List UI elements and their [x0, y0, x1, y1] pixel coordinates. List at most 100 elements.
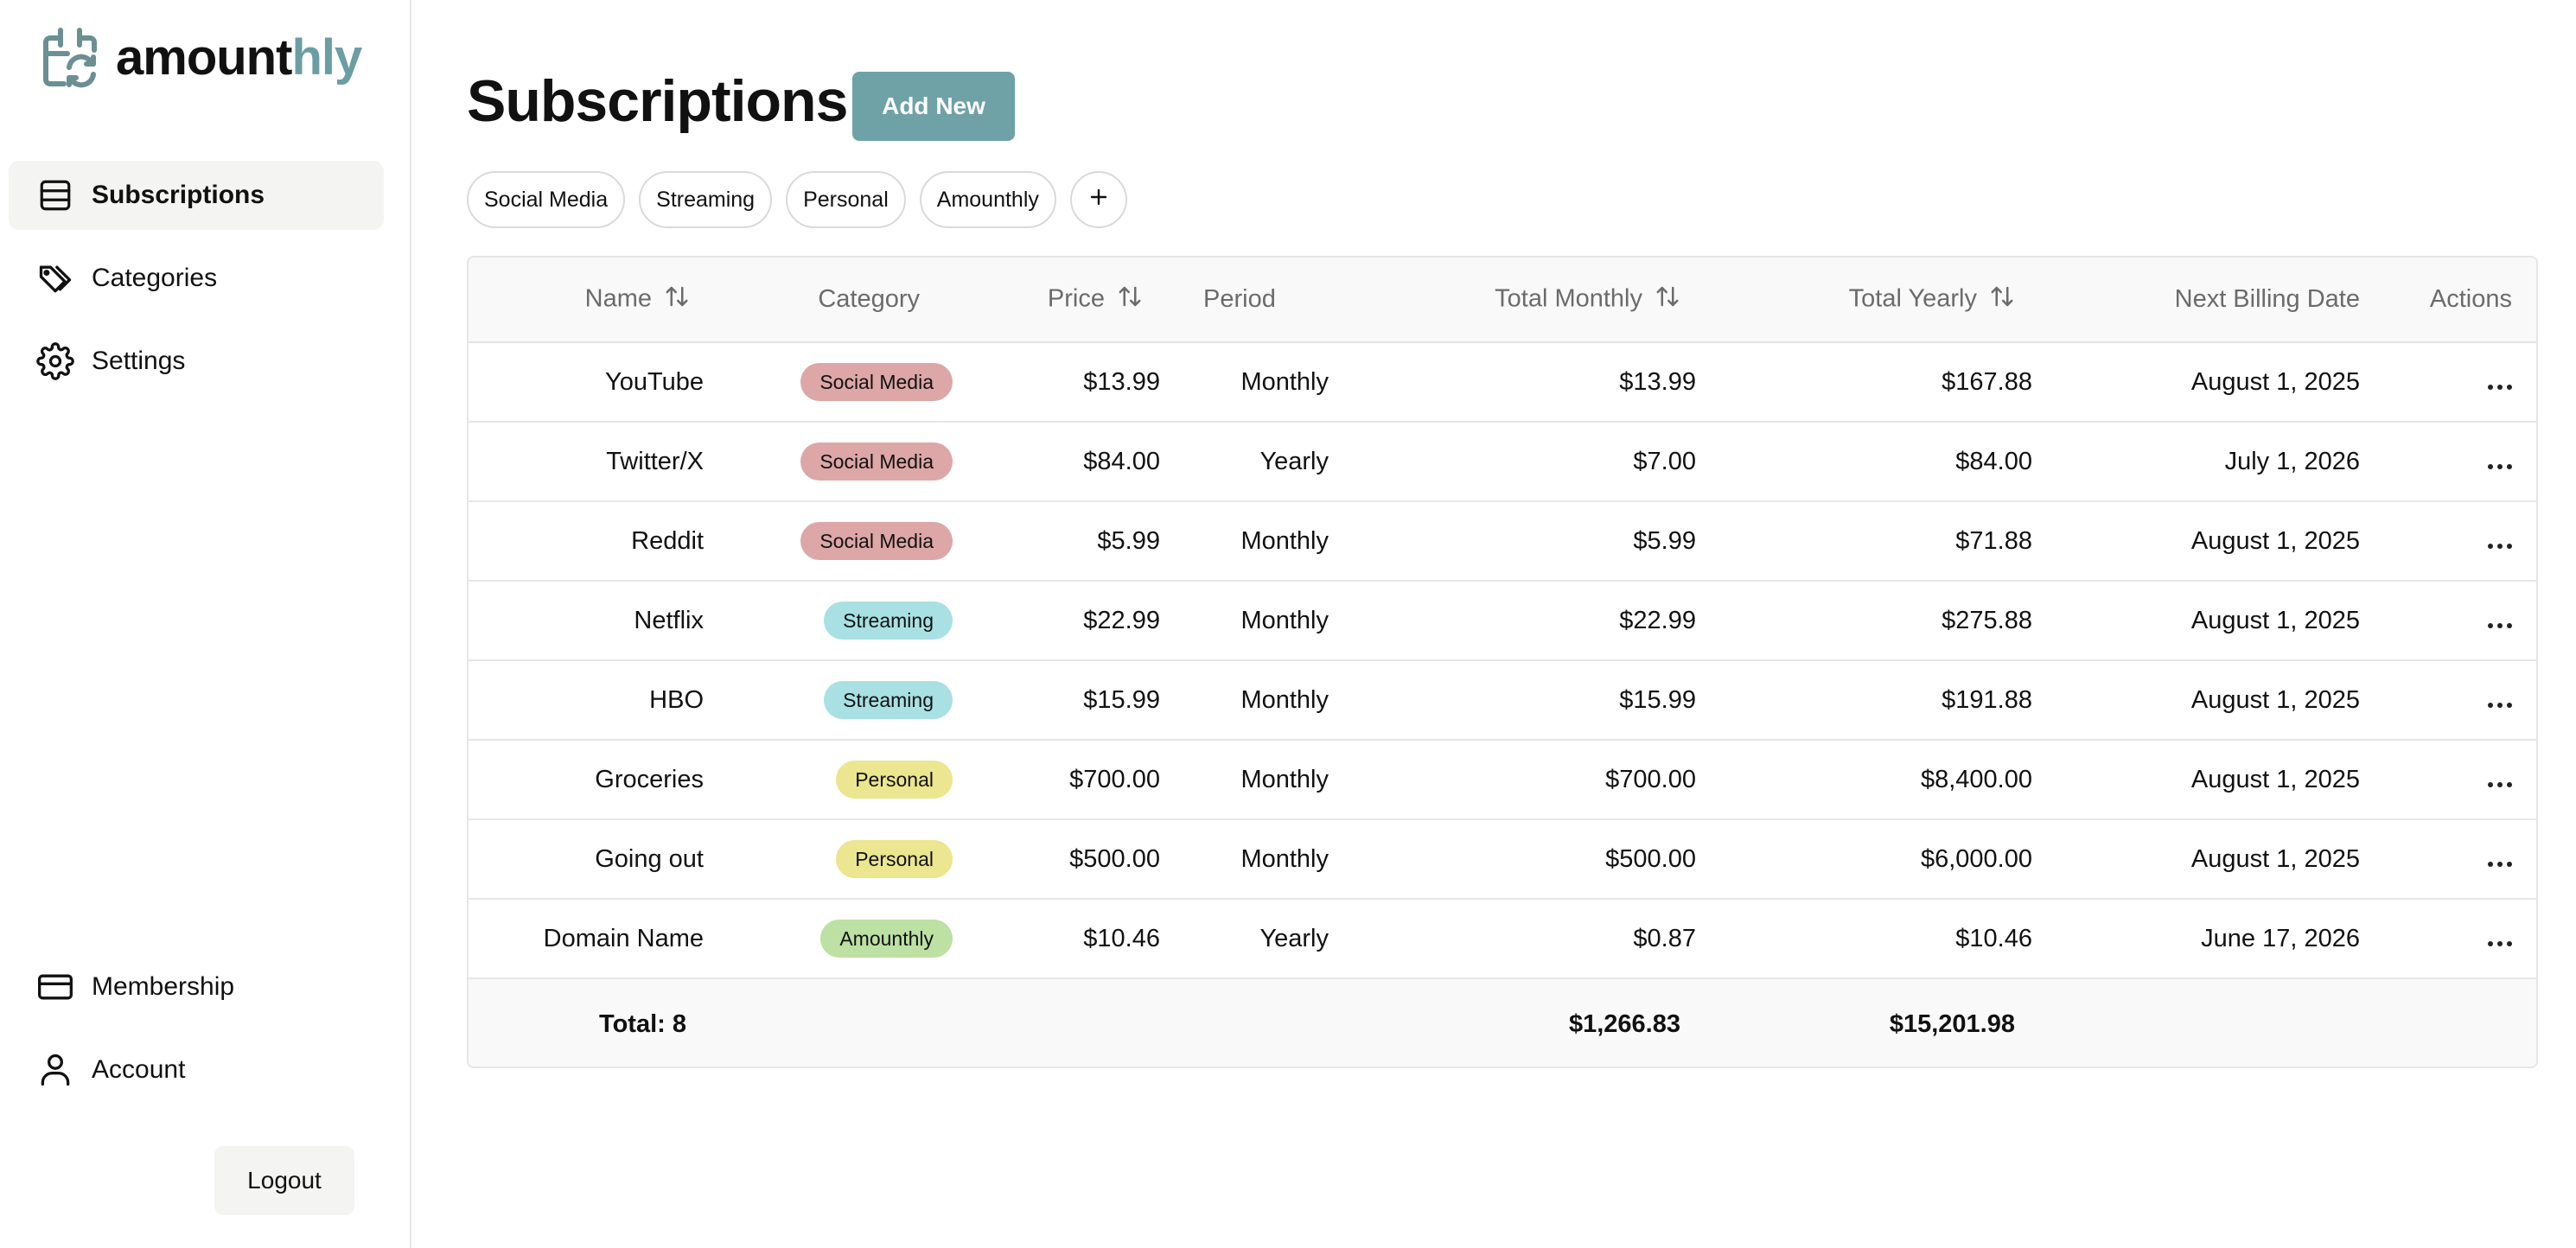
cell-total-yearly: $167.88	[1696, 342, 2032, 423]
cell-total-monthly: $5.99	[1329, 501, 1696, 582]
filter-chip-personal[interactable]: Personal	[786, 171, 906, 228]
cell-price: $15.99	[953, 660, 1160, 741]
column-header-total-monthly[interactable]: Total Monthly	[1329, 258, 1696, 343]
cell-price: $10.46	[953, 899, 1160, 979]
category-badge: Streaming	[824, 681, 953, 719]
more-actions-icon[interactable]	[2488, 861, 2512, 867]
cell-total-monthly: $22.99	[1329, 581, 1696, 661]
sidebar-item-categories[interactable]: Categories	[9, 244, 384, 313]
sidebar-item-label: Membership	[92, 972, 235, 1001]
cell-actions	[2360, 899, 2536, 979]
filter-chip-social-media[interactable]: Social Media	[467, 171, 626, 228]
cell-price: $84.00	[953, 422, 1160, 502]
more-actions-icon[interactable]	[2488, 463, 2512, 469]
more-actions-icon[interactable]	[2488, 702, 2512, 708]
brand-name: amounthly	[116, 29, 362, 86]
cell-price: $5.99	[953, 501, 1160, 582]
sort-icon[interactable]	[1117, 283, 1143, 316]
cell-next-billing: August 1, 2025	[2032, 501, 2360, 582]
cell-total-monthly: $500.00	[1329, 819, 1696, 900]
cell-actions	[2360, 660, 2536, 741]
more-actions-icon[interactable]	[2488, 781, 2512, 787]
sidebar-item-label: Subscriptions	[92, 181, 265, 209]
cell-period: Yearly	[1160, 422, 1329, 502]
more-actions-icon[interactable]	[2488, 622, 2512, 628]
cell-actions	[2360, 501, 2536, 582]
cell-name: Domain Name	[469, 899, 711, 979]
category-badge: Social Media	[800, 363, 953, 401]
column-header-actions: Actions	[2360, 258, 2536, 343]
column-header-period: Period	[1160, 258, 1329, 343]
cell-actions	[2360, 422, 2536, 502]
cell-total-yearly: $191.88	[1696, 660, 2032, 741]
add-filter-button[interactable]	[1069, 171, 1127, 228]
sidebar-item-label: Settings	[92, 347, 186, 375]
cell-total-yearly: $8,400.00	[1696, 740, 2032, 820]
cell-name: Twitter/X	[469, 422, 711, 502]
category-filters: Social Media Streaming Personal Amounthl…	[467, 171, 1127, 228]
table-row: Domain Name Amounthly $10.46 Yearly $0.8…	[469, 899, 2536, 979]
cell-price: $13.99	[953, 342, 1160, 423]
table-row: Reddit Social Media $5.99 Monthly $5.99 …	[469, 501, 2536, 582]
cell-total-yearly: $6,000.00	[1696, 819, 2032, 900]
sidebar: amounthly Subscriptions Categories Setti…	[0, 0, 411, 1248]
cell-actions	[2360, 740, 2536, 820]
column-header-total-yearly[interactable]: Total Yearly	[1696, 258, 2032, 343]
cell-name: Going out	[469, 819, 711, 900]
cell-name: Reddit	[469, 501, 711, 582]
filter-chip-amounthly[interactable]: Amounthly	[919, 171, 1056, 228]
sidebar-item-settings[interactable]: Settings	[9, 327, 384, 396]
cell-next-billing: June 17, 2026	[2032, 899, 2360, 979]
cell-category: Streaming	[711, 660, 953, 741]
cell-category: Streaming	[711, 581, 953, 661]
cell-total-yearly: $84.00	[1696, 422, 2032, 502]
category-badge: Streaming	[824, 602, 953, 640]
logout-button[interactable]: Logout	[214, 1146, 354, 1215]
total-monthly-sum: $1,266.83	[1568, 1010, 1680, 1038]
total-yearly-sum: $15,201.98	[1889, 1010, 2015, 1038]
column-header-name[interactable]: Name	[469, 258, 711, 343]
brand[interactable]: amounthly	[41, 26, 362, 88]
cell-actions	[2360, 819, 2536, 900]
cell-name: Groceries	[469, 740, 711, 820]
cell-actions	[2360, 342, 2536, 423]
sort-icon[interactable]	[664, 283, 690, 316]
category-badge: Social Media	[800, 443, 953, 481]
table-row: Netflix Streaming $22.99 Monthly $22.99 …	[469, 581, 2536, 661]
plus-icon	[1088, 187, 1109, 213]
cell-next-billing: August 1, 2025	[2032, 740, 2360, 820]
add-new-button[interactable]: Add New	[852, 72, 1015, 141]
more-actions-icon[interactable]	[2488, 384, 2512, 390]
cell-category: Social Media	[711, 422, 953, 502]
subscriptions-table: Name Category Price Period Total Monthly…	[467, 256, 2538, 1068]
tags-icon	[36, 259, 74, 297]
cell-next-billing: August 1, 2025	[2032, 581, 2360, 661]
column-header-price[interactable]: Price	[953, 258, 1160, 343]
table-header-row: Name Category Price Period Total Monthly…	[469, 258, 2536, 343]
table-row: YouTube Social Media $13.99 Monthly $13.…	[469, 342, 2536, 423]
cell-category: Amounthly	[711, 899, 953, 979]
cell-period: Monthly	[1160, 581, 1329, 661]
cell-total-monthly: $700.00	[1329, 740, 1696, 820]
filter-chip-streaming[interactable]: Streaming	[639, 171, 773, 228]
cell-next-billing: August 1, 2025	[2032, 819, 2360, 900]
cell-name: YouTube	[469, 342, 711, 423]
cell-period: Monthly	[1160, 342, 1329, 423]
more-actions-icon[interactable]	[2488, 940, 2512, 946]
cell-next-billing: August 1, 2025	[2032, 660, 2360, 741]
page-title: Subscriptions	[467, 68, 848, 134]
total-count: Total: 8	[599, 1010, 686, 1038]
sort-icon[interactable]	[1989, 283, 2015, 316]
cell-category: Personal	[711, 819, 953, 900]
sidebar-item-subscriptions[interactable]: Subscriptions	[9, 161, 384, 230]
app-root: amounthly Subscriptions Categories Setti…	[0, 0, 2576, 1248]
cell-period: Monthly	[1160, 819, 1329, 900]
table-row: Twitter/X Social Media $84.00 Yearly $7.…	[469, 422, 2536, 502]
cell-category: Social Media	[711, 342, 953, 423]
cell-total-monthly: $13.99	[1329, 342, 1696, 423]
sidebar-item-account[interactable]: Account	[9, 1035, 384, 1105]
more-actions-icon[interactable]	[2488, 543, 2512, 549]
cell-total-monthly: $15.99	[1329, 660, 1696, 741]
sort-icon[interactable]	[1655, 283, 1680, 316]
sidebar-item-membership[interactable]: Membership	[9, 952, 384, 1022]
